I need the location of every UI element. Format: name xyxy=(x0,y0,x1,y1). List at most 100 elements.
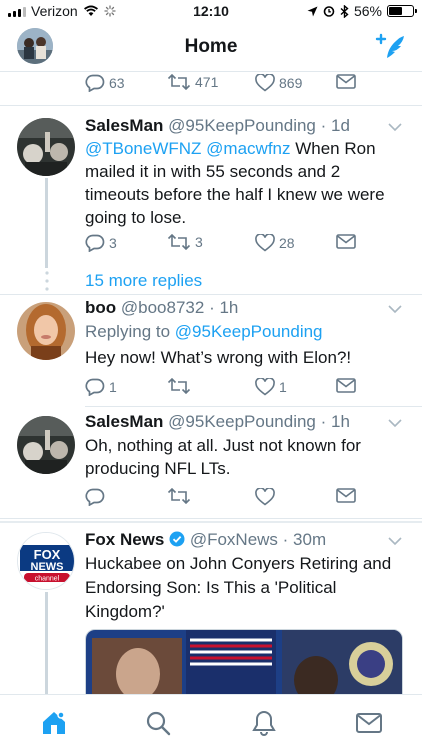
reply-icon xyxy=(85,234,105,252)
reply-icon xyxy=(85,488,105,506)
like-button[interactable]: 28 xyxy=(255,234,295,252)
notifications-icon[interactable] xyxy=(250,709,278,737)
retweet-icon xyxy=(167,74,191,90)
thread-line xyxy=(45,592,48,694)
bluetooth-icon xyxy=(340,4,349,18)
tweet-header: SalesMan @95KeepPounding · 1h xyxy=(85,412,350,432)
tweet-header: boo @boo8732 · 1h xyxy=(85,298,238,318)
avatar[interactable] xyxy=(17,302,75,360)
retweet-button[interactable] xyxy=(167,378,191,394)
like-button[interactable]: 869 xyxy=(255,74,302,92)
verified-badge-icon xyxy=(169,531,185,547)
like-button[interactable] xyxy=(255,488,275,506)
reply-icon xyxy=(85,74,105,92)
location-arrow-icon xyxy=(307,6,318,16)
user-handle: @boo8732 xyxy=(120,298,205,317)
replying-to-line: Replying to @95KeepPounding xyxy=(85,322,323,342)
heart-icon xyxy=(255,488,275,506)
link-card-image[interactable] xyxy=(85,629,403,694)
tweet-text: Oh, nothing at all. Just not known for p… xyxy=(85,436,361,478)
compose-tweet-icon[interactable] xyxy=(374,32,406,62)
search-icon[interactable] xyxy=(144,709,172,737)
chevron-down-icon[interactable] xyxy=(388,122,402,132)
battery-percentage: 56% xyxy=(353,3,382,19)
status-bar: Verizon 12:10 56% xyxy=(0,0,422,22)
reply-count: 63 xyxy=(109,75,125,91)
reply-icon xyxy=(85,378,105,396)
section-separator xyxy=(0,521,422,523)
alarm-icon xyxy=(323,6,335,17)
tweet-header: Fox News @FoxNews · 30m xyxy=(85,530,326,550)
user-handle: @95KeepPounding xyxy=(168,412,316,431)
reply-button[interactable]: 1 xyxy=(85,378,117,396)
display-name[interactable]: SalesMan xyxy=(85,116,163,135)
thread-dots-icon xyxy=(45,271,49,291)
fox-logo-text: FOX xyxy=(34,547,61,562)
tweet-timestamp: · 1h xyxy=(320,412,350,431)
envelope-icon xyxy=(336,234,356,249)
chevron-down-icon[interactable] xyxy=(388,304,402,314)
heart-icon xyxy=(255,74,275,92)
display-name[interactable]: boo xyxy=(85,298,116,317)
tweet-timestamp: · 1h xyxy=(209,298,239,317)
chevron-down-icon[interactable] xyxy=(388,536,402,546)
tweet-actions: 3 3 28 xyxy=(85,234,385,258)
reply-button[interactable] xyxy=(85,488,105,506)
retweet-icon xyxy=(167,378,191,394)
reply-count: 3 xyxy=(109,235,117,251)
tweet-timestamp: · 30m xyxy=(282,530,327,549)
show-more-replies-link[interactable]: 15 more replies xyxy=(85,271,202,291)
tweet-text: Huckabee on John Conyers Retiring and En… xyxy=(85,554,392,621)
like-count: 869 xyxy=(279,75,303,91)
home-icon[interactable] xyxy=(40,709,68,737)
tweet-actions: 63 471 869 xyxy=(85,74,385,98)
mention-link[interactable]: @95KeepPounding xyxy=(175,322,323,341)
reply-button[interactable]: 3 xyxy=(85,234,117,252)
timeline[interactable]: 63 471 869 SalesMan @95KeepPounding · 1d xyxy=(0,72,422,694)
direct-message-button[interactable] xyxy=(336,234,356,249)
chevron-down-icon[interactable] xyxy=(388,418,402,428)
tweet-actions: 1 1 xyxy=(85,378,385,402)
direct-message-button[interactable] xyxy=(336,378,356,393)
like-button[interactable]: 1 xyxy=(255,378,287,396)
battery-icon xyxy=(387,5,417,17)
retweet-count: 3 xyxy=(195,234,203,250)
retweet-button[interactable]: 3 xyxy=(167,234,203,250)
retweet-button[interactable]: 471 xyxy=(167,74,218,90)
retweet-button[interactable] xyxy=(167,488,191,504)
like-count: 28 xyxy=(279,235,295,251)
tweet-actions xyxy=(85,488,385,512)
envelope-icon xyxy=(336,74,356,89)
direct-message-button[interactable] xyxy=(336,488,356,503)
reply-button[interactable]: 63 xyxy=(85,74,125,92)
avatar[interactable]: FOX NEWS channel xyxy=(17,532,75,590)
tweet-header: SalesMan @95KeepPounding · 1d xyxy=(85,116,350,136)
direct-message-button[interactable] xyxy=(336,74,356,89)
divider xyxy=(0,294,422,295)
retweet-icon xyxy=(167,488,191,504)
divider xyxy=(0,105,422,106)
fox-logo-text: channel xyxy=(35,576,60,583)
tweet-timestamp: · 1d xyxy=(320,116,350,135)
messages-icon[interactable] xyxy=(355,709,383,737)
user-handle: @FoxNews xyxy=(189,530,278,549)
mention-link[interactable]: @TBoneWFNZ xyxy=(85,139,201,158)
heart-icon xyxy=(255,234,275,252)
mention-link[interactable]: @macwfnz xyxy=(206,139,290,158)
avatar[interactable] xyxy=(17,416,75,474)
envelope-icon xyxy=(336,378,356,393)
top-nav-bar: Home xyxy=(0,22,422,72)
like-count: 1 xyxy=(279,379,287,395)
divider xyxy=(0,518,422,519)
bottom-tab-bar xyxy=(0,694,422,750)
fox-logo-text: NEWS xyxy=(31,561,64,573)
reply-count: 1 xyxy=(109,379,117,395)
display-name[interactable]: Fox News xyxy=(85,530,164,549)
user-handle: @95KeepPounding xyxy=(168,116,316,135)
profile-avatar[interactable] xyxy=(17,28,53,64)
retweet-count: 471 xyxy=(195,74,219,90)
display-name[interactable]: SalesMan xyxy=(85,412,163,431)
tweet-text: @TBoneWFNZ @macwfnz When Ron mailed it i… xyxy=(85,137,397,229)
replying-to-label: Replying to xyxy=(85,322,171,341)
avatar[interactable] xyxy=(17,118,75,176)
